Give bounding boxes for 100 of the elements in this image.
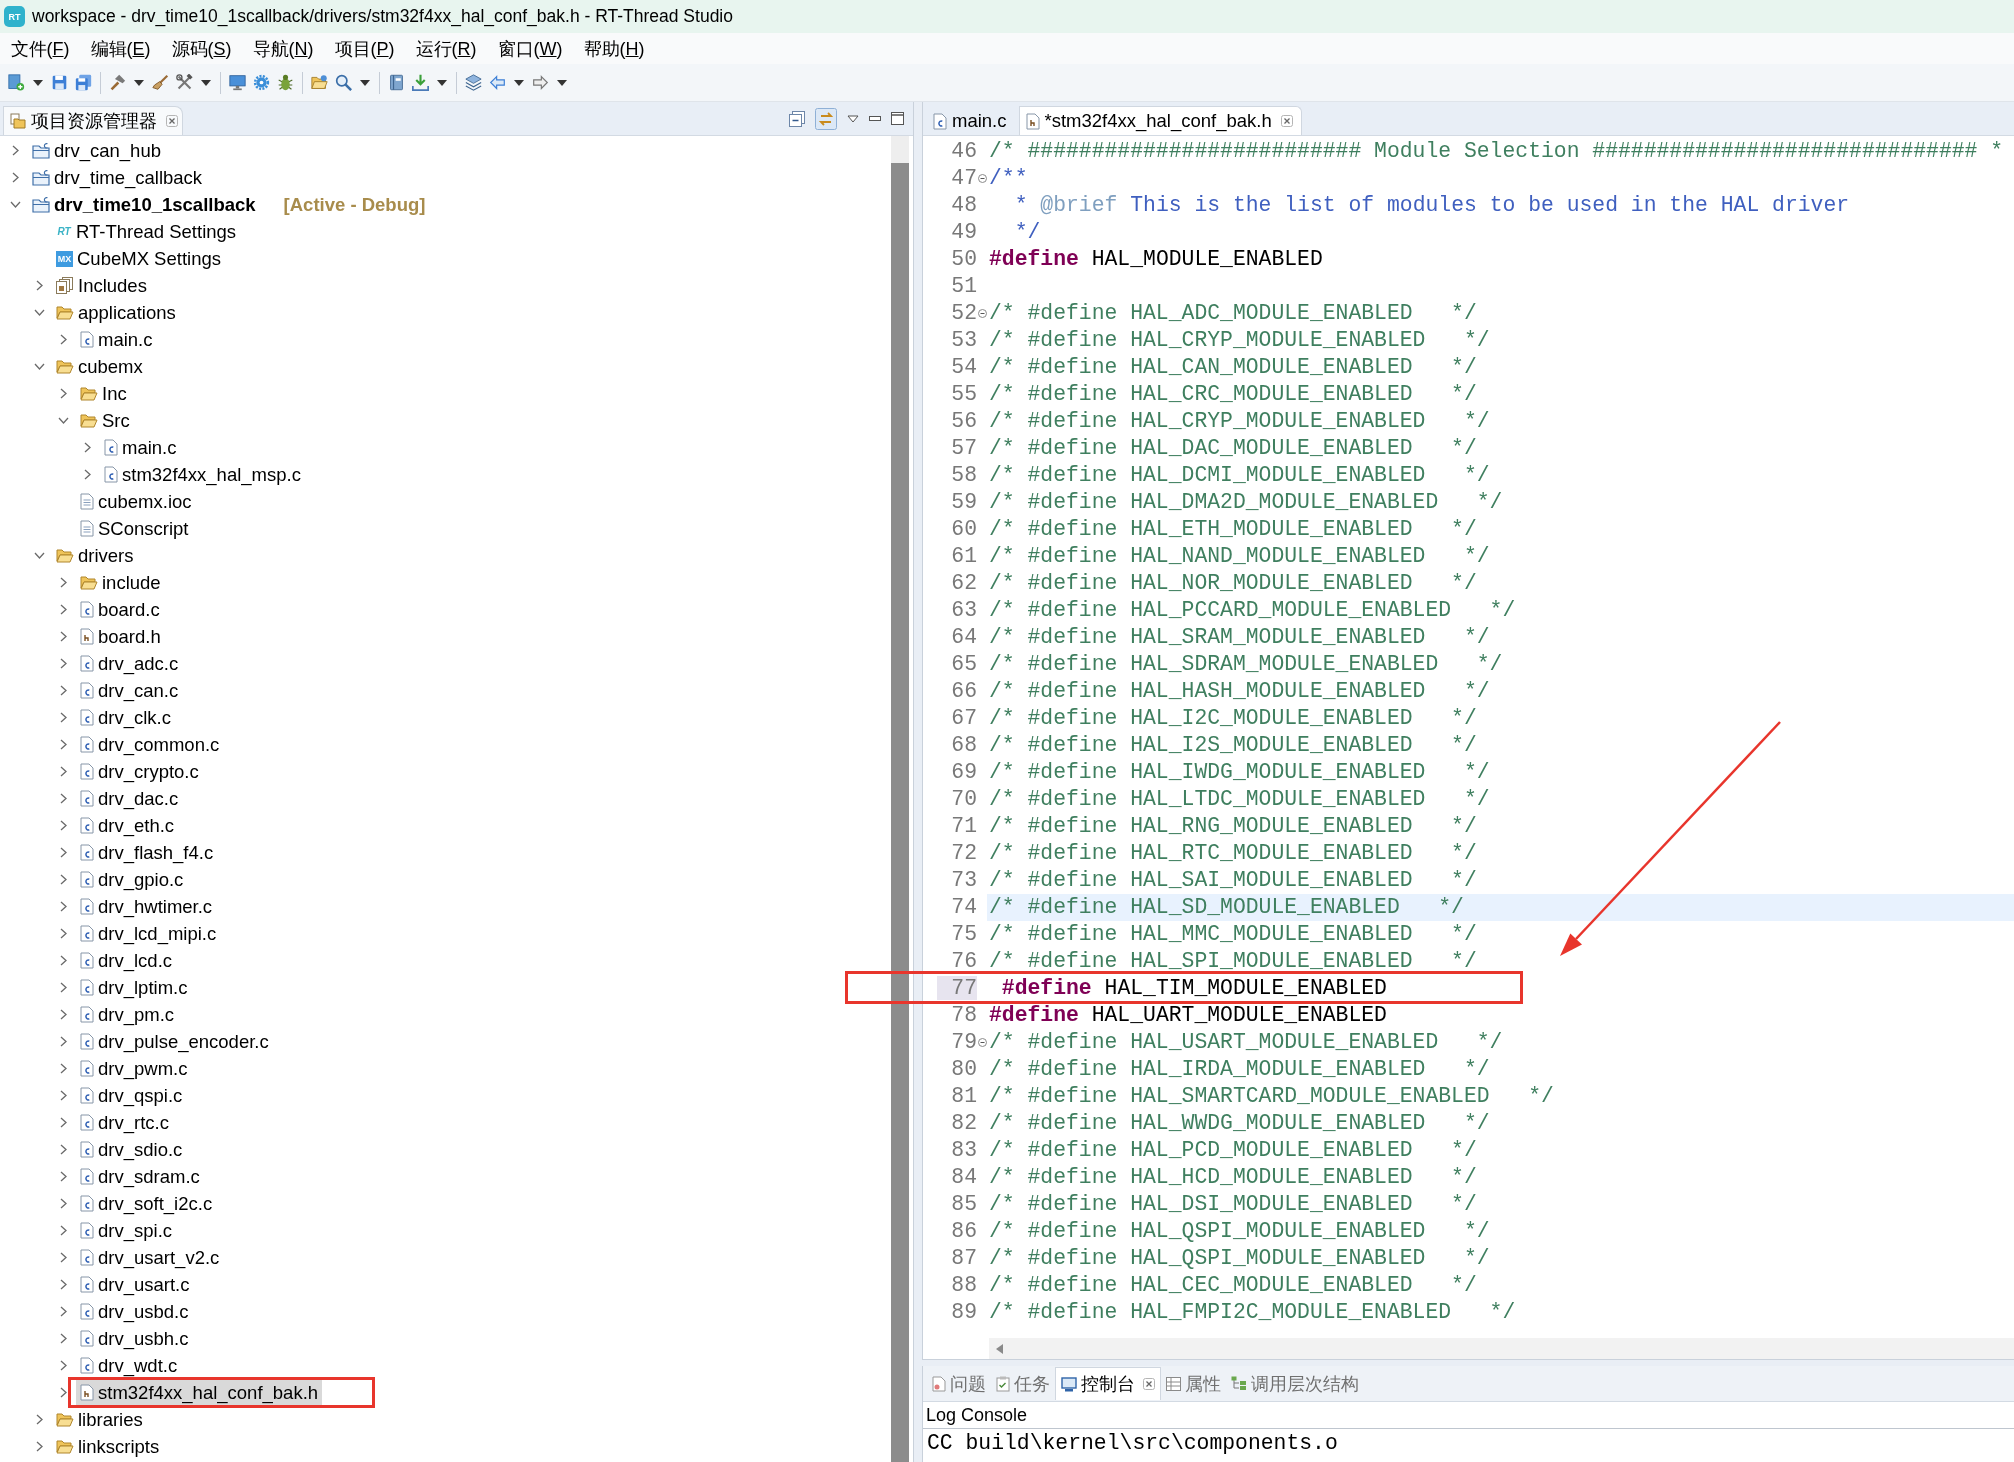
chevron-right-icon[interactable]: [11, 145, 19, 156]
dropdown-caret-icon[interactable]: [360, 79, 370, 86]
chevron-right-icon[interactable]: [59, 901, 67, 912]
menu-item[interactable]: 窗口(W): [487, 35, 574, 62]
tree-item[interactable]: drv_crypto.c: [76, 759, 203, 784]
chevron-right-icon[interactable]: [59, 1360, 67, 1371]
chevron-right-icon[interactable]: [35, 1414, 43, 1425]
chevron-right-icon[interactable]: [59, 712, 67, 723]
tree-item[interactable]: drv_eth.c: [76, 813, 179, 838]
menu-item[interactable]: 项目(P): [324, 35, 406, 62]
chevron-right-icon[interactable]: [59, 388, 67, 399]
tree-item[interactable]: drv_flash_f4.c: [76, 840, 218, 865]
chevron-right-icon[interactable]: [59, 1036, 67, 1047]
back-arrow-icon[interactable]: [489, 74, 506, 91]
chevron-right-icon[interactable]: [59, 604, 67, 615]
tree-item[interactable]: linkscripts: [52, 1434, 164, 1459]
chevron-right-icon[interactable]: [35, 280, 43, 291]
chevron-right-icon[interactable]: [35, 1441, 43, 1452]
chevron-right-icon[interactable]: [59, 847, 67, 858]
tools-icon[interactable]: [176, 74, 193, 91]
menu-item[interactable]: 文件(F): [0, 35, 80, 62]
chevron-right-icon[interactable]: [59, 685, 67, 696]
tree-item[interactable]: drv_sdram.c: [76, 1164, 204, 1189]
save-icon[interactable]: [51, 74, 68, 91]
chevron-right-icon[interactable]: [59, 874, 67, 885]
chevron-right-icon[interactable]: [59, 928, 67, 939]
tree-item[interactable]: stm32f4xx_hal_msp.c: [100, 462, 305, 487]
tree-item[interactable]: MX CubeMX Settings: [52, 246, 225, 271]
tree-item[interactable]: applications: [52, 300, 180, 325]
panel-tab[interactable]: 控制台: [1055, 1367, 1161, 1400]
menu-icon[interactable]: [847, 114, 859, 123]
close-icon[interactable]: [1280, 115, 1293, 127]
layers-icon[interactable]: [465, 74, 482, 91]
chevron-right-icon[interactable]: [59, 658, 67, 669]
chevron-right-icon[interactable]: [59, 631, 67, 642]
tree-item[interactable]: drv_usbh.c: [76, 1326, 193, 1351]
chevron-right-icon[interactable]: [59, 1333, 67, 1344]
chevron-right-icon[interactable]: [59, 1144, 67, 1155]
chevron-right-icon[interactable]: [59, 1171, 67, 1182]
minimize-icon[interactable]: [869, 116, 881, 121]
tree-item[interactable]: cubemx: [52, 354, 147, 379]
tree-item[interactable]: drv_can_hub: [28, 138, 165, 163]
chevron-right-icon[interactable]: [59, 1198, 67, 1209]
tree-item[interactable]: RT RT-Thread Settings: [52, 219, 241, 244]
chevron-right-icon[interactable]: [83, 469, 91, 480]
chevron-right-icon[interactable]: [83, 442, 91, 453]
fold-icon[interactable]: [977, 1038, 987, 1047]
bug-icon[interactable]: [277, 74, 294, 91]
tree-item[interactable]: Src: [76, 408, 134, 433]
dropdown-caret-icon[interactable]: [437, 79, 447, 86]
collapse-all-icon[interactable]: [789, 110, 805, 127]
chevron-right-icon[interactable]: [59, 1252, 67, 1263]
tree-item[interactable]: drv_hwtimer.c: [76, 894, 217, 919]
new-file-icon[interactable]: [8, 74, 25, 91]
tree-item[interactable]: board.c: [76, 597, 164, 622]
dropdown-caret-icon[interactable]: [33, 79, 43, 86]
chevron-right-icon[interactable]: [59, 982, 67, 993]
chevron-right-icon[interactable]: [59, 955, 67, 966]
horizontal-scrollbar[interactable]: [989, 1338, 2014, 1359]
chevron-right-icon[interactable]: [59, 739, 67, 750]
chevron-right-icon[interactable]: [59, 1387, 67, 1398]
tree-item[interactable]: drv_spi.c: [76, 1218, 177, 1243]
monitor-icon[interactable]: [229, 74, 246, 91]
tree-item[interactable]: Inc: [76, 381, 131, 406]
dropdown-caret-icon[interactable]: [201, 79, 211, 86]
save-all-icon[interactable]: [75, 74, 92, 91]
tree-item[interactable]: drv_clk.c: [76, 705, 175, 730]
tree-item[interactable]: SConscript: [76, 516, 193, 541]
menu-item[interactable]: 编辑(E): [80, 35, 161, 62]
book-icon[interactable]: [388, 74, 405, 91]
chevron-right-icon[interactable]: [59, 1117, 67, 1128]
chevron-right-icon[interactable]: [59, 1306, 67, 1317]
close-icon[interactable]: [166, 115, 178, 127]
tree-item[interactable]: drv_pulse_encoder.c: [76, 1029, 273, 1054]
chevron-right-icon[interactable]: [59, 820, 67, 831]
chevron-down-icon[interactable]: [33, 552, 45, 559]
tree-item[interactable]: drivers: [52, 543, 138, 568]
dropdown-caret-icon[interactable]: [557, 79, 567, 86]
chevron-down-icon[interactable]: [9, 201, 21, 208]
menu-item[interactable]: 帮助(H): [573, 35, 656, 62]
panel-tab[interactable]: 调用层次结构: [1226, 1367, 1364, 1400]
tree-item[interactable]: drv_usart_v2.c: [76, 1245, 224, 1270]
search-icon[interactable]: [335, 74, 352, 91]
folder-icon[interactable]: [311, 74, 328, 91]
chevron-right-icon[interactable]: [59, 1009, 67, 1020]
tree-item[interactable]: drv_adc.c: [76, 651, 183, 676]
chevron-right-icon[interactable]: [59, 1090, 67, 1101]
menu-item[interactable]: 运行(R): [405, 35, 488, 62]
tree-item[interactable]: drv_soft_i2c.c: [76, 1191, 217, 1216]
chevron-down-icon[interactable]: [33, 309, 45, 316]
scroll-left-icon[interactable]: [996, 1343, 1003, 1354]
tree-item[interactable]: main.c: [76, 327, 157, 352]
tree-item[interactable]: drv_lcd_mipi.c: [76, 921, 221, 946]
tree-item[interactable]: drv_pwm.c: [76, 1056, 192, 1081]
tree-item[interactable]: stm32f4xx_hal_conf_bak.h: [76, 1380, 323, 1405]
brush-icon[interactable]: [152, 74, 169, 91]
tree-item[interactable]: drv_pm.c: [76, 1002, 179, 1027]
chevron-down-icon[interactable]: [33, 363, 45, 370]
maximize-icon[interactable]: [891, 112, 904, 125]
fold-icon[interactable]: [977, 309, 987, 318]
